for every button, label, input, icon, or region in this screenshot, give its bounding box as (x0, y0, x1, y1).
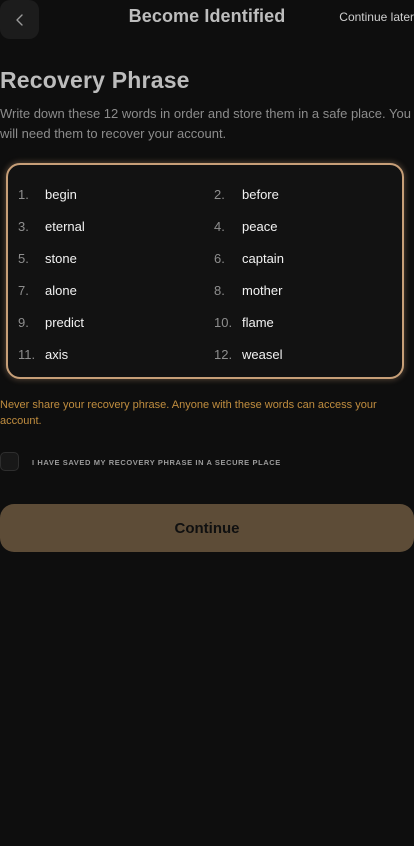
word-text: predict (45, 315, 85, 330)
word-item-9: 9. predict (8, 307, 206, 339)
word-number: 8. (214, 283, 225, 298)
word-number: 6. (214, 251, 225, 266)
word-item-12: 12. weasel (206, 339, 396, 371)
word-number: 4. (214, 219, 225, 234)
word-text: stone (45, 251, 77, 266)
word-item-4: 4. peace (206, 211, 396, 243)
word-text: alone (45, 283, 77, 298)
continue-button-label: Continue (174, 519, 240, 537)
continue-button[interactable]: Continue (0, 504, 414, 552)
word-item-1: 1. begin (8, 179, 206, 211)
word-text: eternal (45, 219, 85, 234)
word-number: 3. (18, 219, 29, 234)
word-text: before (242, 187, 279, 202)
word-number: 2. (214, 187, 225, 202)
word-text: axis (45, 347, 69, 362)
word-item-2: 2. before (206, 179, 396, 211)
word-item-8: 8. mother (206, 275, 396, 307)
confirm-saved-label[interactable]: I HAVE SAVED MY RECOVERY PHRASE IN A SEC… (32, 458, 281, 467)
recovery-phrase-box: 1. begin 2. before 3. eternal 4. peace 5… (6, 163, 404, 379)
word-item-11: 11. axis (8, 339, 206, 371)
word-number: 11. (18, 347, 36, 362)
security-warning: Never share your recovery phrase. Anyone… (0, 399, 377, 427)
confirm-saved-checkbox[interactable] (0, 452, 19, 471)
word-text: begin (45, 187, 77, 202)
confirm-saved-row[interactable]: I HAVE SAVED MY RECOVERY PHRASE IN A SEC… (0, 452, 414, 472)
page-description: Write down these 12 words in order and s… (0, 106, 411, 141)
page-title: Recovery Phrase (0, 67, 190, 93)
word-text: mother (242, 283, 283, 298)
word-number: 1. (18, 187, 29, 202)
word-item-5: 5. stone (8, 243, 206, 275)
word-item-10: 10. flame (206, 307, 396, 339)
word-text: peace (242, 219, 278, 234)
word-number: 12. (214, 347, 233, 362)
word-item-7: 7. alone (8, 275, 206, 307)
word-item-6: 6. captain (206, 243, 396, 275)
word-number: 5. (18, 251, 29, 266)
word-text: weasel (242, 347, 283, 362)
word-text: flame (242, 315, 274, 330)
word-number: 10. (214, 315, 233, 330)
word-text: captain (242, 251, 284, 266)
word-item-3: 3. eternal (8, 211, 206, 243)
word-number: 9. (18, 315, 29, 330)
word-grid: 1. begin 2. before 3. eternal 4. peace 5… (8, 179, 402, 371)
word-number: 7. (18, 283, 29, 298)
continue-later-link[interactable]: Continue later (339, 10, 414, 24)
header: Become Identified Continue later (0, 0, 414, 39)
